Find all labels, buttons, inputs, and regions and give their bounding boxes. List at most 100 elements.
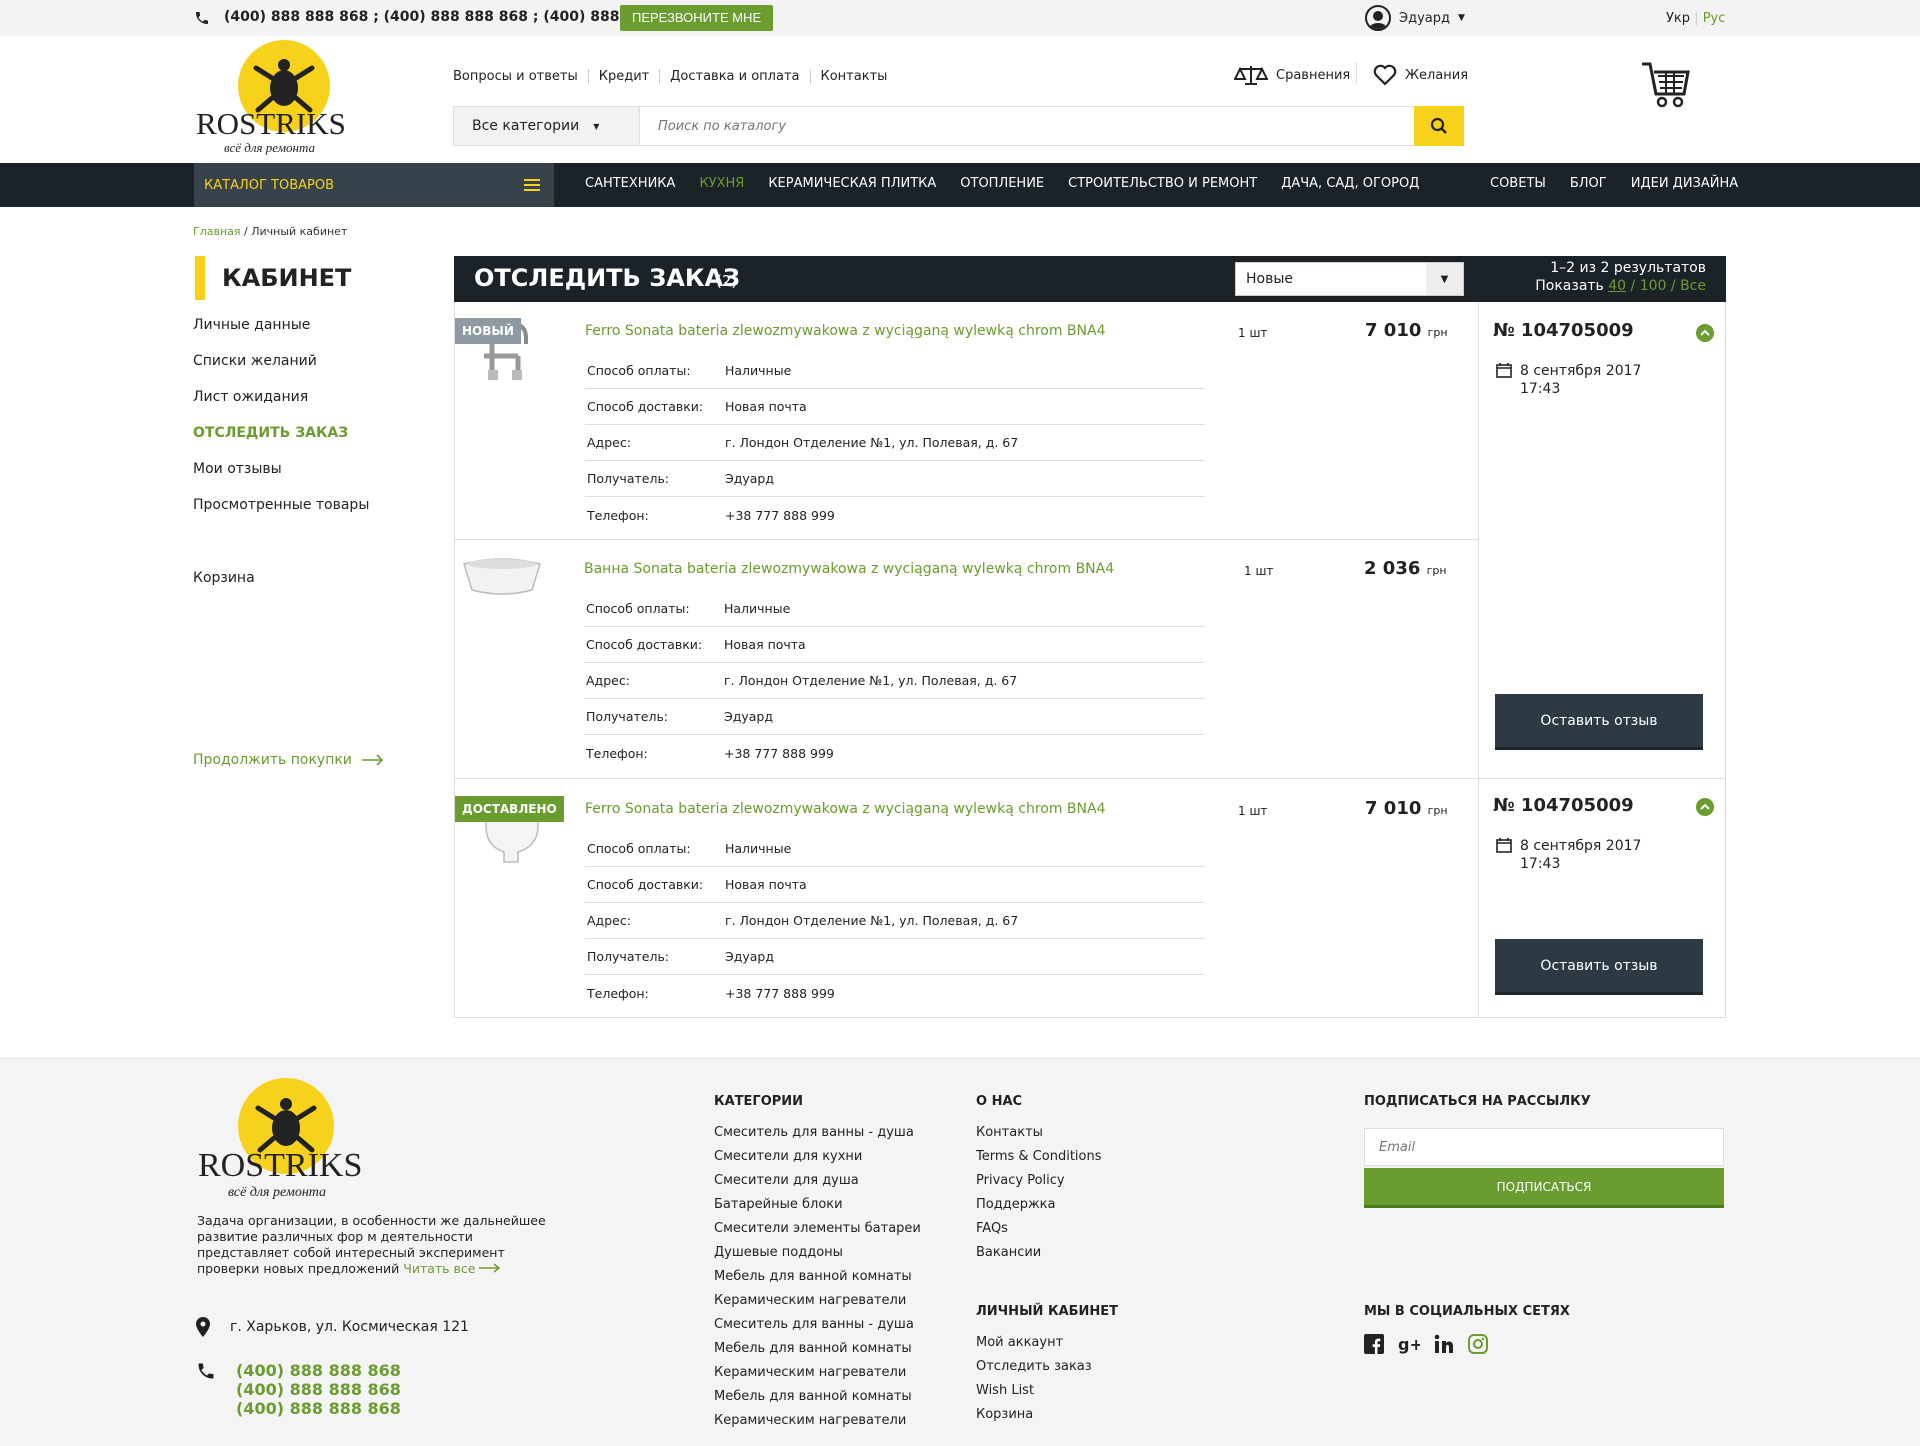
footer-logo[interactable]: ROSTRIKS всё для ремонта (198, 1078, 374, 1202)
linkedin-icon[interactable] (1434, 1334, 1454, 1354)
currency: грн (1427, 326, 1448, 339)
search-category-select[interactable]: Все категории ▼ (454, 107, 640, 145)
sidebar-item-waitlist[interactable]: Лист ожидания (193, 389, 369, 425)
site-logo[interactable]: ROSTRIKS всё для ремонта (196, 40, 356, 158)
footer-about-link[interactable]: Поддержка (976, 1193, 1102, 1217)
arrow-right-icon (361, 754, 384, 766)
nav-garden[interactable]: ДАЧА, САД, ОГОРОД (1281, 176, 1419, 191)
footer-phone[interactable]: (400) 888 888 868 (236, 1361, 401, 1380)
footer-category-link[interactable]: Смесители для кухни (714, 1145, 921, 1169)
footer-phone[interactable]: (400) 888 888 868 (236, 1399, 401, 1418)
leave-review-button[interactable]: Оставить отзыв (1495, 939, 1703, 995)
subscribe-button[interactable]: ПОДПИСАТЬСЯ (1364, 1168, 1724, 1208)
order-details: Способ оплаты: Наличные Способ доставки: Н… (585, 831, 1205, 1011)
product-title[interactable]: Ванна Sonata bateria zlewozmywakowa z wy… (584, 561, 1114, 577)
footer-categories-title: КАТЕГОРИИ (714, 1094, 804, 1109)
footer-about-link[interactable]: Вакансии (976, 1241, 1102, 1265)
sidebar-item-track-order[interactable]: ОТСЛЕДИТЬ ЗАКАЗ (193, 425, 369, 461)
show-all[interactable]: Все (1680, 278, 1706, 294)
header-link-delivery[interactable]: Доставка и оплата (659, 69, 809, 84)
wishlist-link[interactable]: Желания (1373, 64, 1468, 86)
top-phones[interactable]: (400) 888 888 868 ; (400) 888 888 868 ; … (224, 9, 688, 25)
header-link-credit[interactable]: Кредит (587, 69, 660, 84)
instagram-icon[interactable] (1468, 1334, 1488, 1354)
sidebar-item-wishlists[interactable]: Списки желаний (193, 353, 369, 389)
product-price: 2 036 грн (1364, 558, 1447, 579)
footer-category-link[interactable]: Керамическим нагреватели (714, 1409, 921, 1433)
footer-category-link[interactable]: Керамическим нагреватели (714, 1361, 921, 1385)
breadcrumb-home[interactable]: Главная (193, 225, 241, 238)
footer-category-link[interactable]: Мебель для ванной комнаты (714, 1265, 921, 1289)
footer-category-link[interactable]: Батарейные блоки (714, 1193, 921, 1217)
footer-category-link[interactable]: Керамическим нагреватели (714, 1289, 921, 1313)
user-menu[interactable]: Эдуард ▼ (1365, 5, 1465, 31)
lang-ua[interactable]: Укр (1666, 11, 1690, 26)
orders-column-divider (1478, 302, 1479, 1018)
product-qty: 1 шт (1238, 804, 1268, 818)
orders-filter-select[interactable]: Новые ▼ (1235, 262, 1464, 296)
show-40[interactable]: 40 (1608, 278, 1626, 294)
footer-account-link[interactable]: Wish List (976, 1379, 1118, 1403)
collapse-toggle-icon[interactable] (1696, 798, 1714, 816)
sidebar-item-cart[interactable]: Корзина (193, 570, 255, 586)
header-links: Вопросы и ответы Кредит Доставка и оплат… (453, 69, 897, 84)
order-date-value: 8 сентября 2017 (1520, 363, 1642, 379)
footer-account-link[interactable]: Мой аккаунт (976, 1331, 1118, 1355)
footer-category-link[interactable]: Душевые поддоны (714, 1241, 921, 1265)
footer-social: МЫ В СОЦИАЛЬНЫХ СЕТЯХ (1364, 1304, 1570, 1331)
show-100[interactable]: 100 (1640, 278, 1667, 294)
continue-shopping-link[interactable]: Продолжить покупки (193, 752, 384, 768)
status-badge-delivered: ДОСТАВЛЕНО (455, 796, 564, 822)
footer-category-link[interactable]: Смесители элементы батареи (714, 1217, 921, 1241)
order-details: Способ оплаты: Наличные Способ доставки: Н… (585, 353, 1205, 533)
footer-category-link[interactable]: Мебель для ванной комнаты (714, 1337, 921, 1361)
compare-link[interactable]: Сравнения (1234, 64, 1350, 86)
nav-design[interactable]: ИДЕИ ДИЗАЙНА (1631, 176, 1738, 191)
footer-account-link[interactable]: Корзина (976, 1403, 1118, 1427)
footer-category-link[interactable]: Мебель для ванной комнаты (714, 1385, 921, 1409)
google-plus-icon[interactable]: g+ (1398, 1334, 1420, 1354)
footer-about-link[interactable]: Terms & Conditions (976, 1145, 1102, 1169)
nav-construction[interactable]: СТРОИТЕЛЬСТВО И РЕМОНТ (1068, 176, 1257, 191)
footer-account-link[interactable]: Отследить заказ (976, 1355, 1118, 1379)
nav-tips[interactable]: СОВЕТЫ (1490, 176, 1546, 191)
footer-about-link[interactable]: Privacy Policy (976, 1169, 1102, 1193)
product-title[interactable]: Ferro Sonata bateria zlewozmywakowa z wy… (585, 323, 1106, 339)
callback-button[interactable]: ПЕРЕЗВОНИТЕ МНЕ (620, 5, 774, 31)
nav-tiles[interactable]: КЕРАМИЧЕСКАЯ ПЛИТКА (768, 176, 936, 191)
orders-filter-value: Новые (1246, 271, 1294, 287)
footer-phone[interactable]: (400) 888 888 868 (236, 1380, 401, 1399)
leave-review-button[interactable]: Оставить отзыв (1495, 694, 1703, 750)
footer-about-link[interactable]: FAQs (976, 1217, 1102, 1241)
footer-category-link[interactable]: Смесители для душа (714, 1169, 921, 1193)
search-button[interactable] (1414, 106, 1464, 146)
lang-ru[interactable]: Рус (1703, 11, 1726, 26)
catalog-button[interactable]: КАТАЛОГ ТОВАРОВ (194, 163, 554, 207)
logo-text: ROSTRIKS (196, 106, 346, 141)
header-link-contacts[interactable]: Контакты (809, 69, 898, 84)
sidebar-item-personal[interactable]: Личные данные (193, 317, 369, 353)
value-delivery: Новая почта (724, 637, 806, 652)
show-label: Показать (1535, 278, 1604, 294)
nav-blog[interactable]: БЛОГ (1570, 176, 1607, 191)
nav-heating[interactable]: ОТОПЛЕНИЕ (960, 176, 1044, 191)
cart-icon[interactable] (1640, 58, 1690, 114)
sidebar-item-reviews[interactable]: Мои отзывы (193, 461, 369, 497)
email-input[interactable] (1364, 1128, 1724, 1166)
orders-title: ОТСЛЕДИТЬ ЗАКАЗ (474, 264, 741, 292)
collapse-toggle-icon[interactable] (1696, 324, 1714, 342)
product-image-bathtub[interactable] (462, 540, 542, 620)
label-delivery: Способ доставки: (587, 877, 704, 892)
nav-plumbing[interactable]: САНТЕХНИКА (585, 176, 675, 191)
read-all-link[interactable]: Читать все (403, 1261, 475, 1276)
sidebar-item-viewed[interactable]: Просмотренные товары (193, 497, 369, 533)
facebook-icon[interactable] (1364, 1334, 1384, 1354)
footer-category-link[interactable]: Смеситель для ванны - душа (714, 1121, 921, 1145)
header-link-faq[interactable]: Вопросы и ответы (453, 69, 588, 84)
nav-kitchen[interactable]: КУХНЯ (699, 176, 744, 191)
footer-about-link[interactable]: Контакты (976, 1121, 1102, 1145)
product-title[interactable]: Ferro Sonata bateria zlewozmywakowa z wy… (585, 801, 1106, 817)
search-input[interactable] (640, 107, 1414, 145)
label-address: Адрес: (586, 673, 630, 688)
footer-category-link[interactable]: Смеситель для ванны - душа (714, 1313, 921, 1337)
